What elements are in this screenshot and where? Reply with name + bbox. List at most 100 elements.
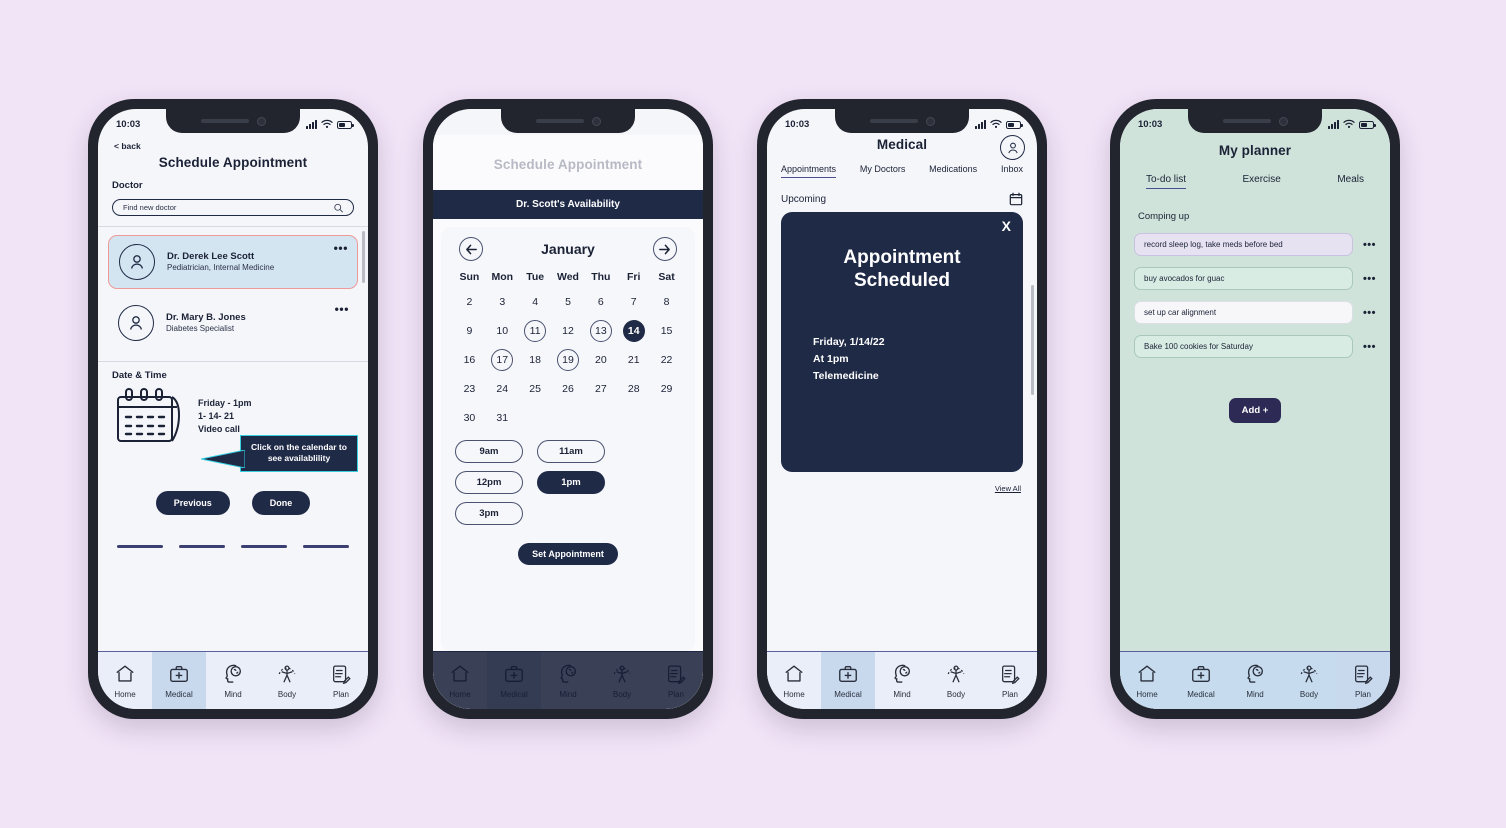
calendar-day-available[interactable]: 17	[486, 347, 519, 372]
calendar-day[interactable]: 29	[650, 376, 683, 401]
calendar-day[interactable]: 20	[584, 347, 617, 372]
calendar-illustration-icon[interactable]	[112, 387, 186, 449]
calendar-day-selected[interactable]: 14	[617, 318, 650, 343]
calendar-day[interactable]: 22	[650, 347, 683, 372]
time-slot[interactable]: 12pm	[455, 471, 523, 494]
nav-item-body[interactable]: Body	[1282, 652, 1336, 709]
nav-item-medical[interactable]: Medical	[152, 652, 206, 709]
battery-icon	[1006, 121, 1023, 129]
tab-exercise[interactable]: Exercise	[1242, 174, 1280, 189]
calendar-day[interactable]: 25	[519, 376, 552, 401]
calendar-day[interactable]: 26	[552, 376, 585, 401]
search-input[interactable]: Find new doctor	[112, 199, 354, 216]
doctor-card[interactable]: Dr. Mary B. Jones Diabetes Specialist ••…	[108, 297, 358, 349]
tab-appointments[interactable]: Appointments	[781, 164, 837, 178]
doctor-options-menu[interactable]: •••	[334, 242, 348, 254]
scrollbar-thumb[interactable]	[1030, 285, 1034, 395]
time-slot[interactable]: 9am	[455, 440, 523, 463]
done-button[interactable]: Done	[251, 491, 311, 515]
todo-options-menu[interactable]: •••	[1363, 239, 1376, 251]
todo-input[interactable]: Bake 100 cookies for Saturday	[1134, 335, 1353, 358]
nav-item-home[interactable]: Home	[433, 652, 487, 709]
calendar-day[interactable]: 6	[584, 289, 617, 314]
user-avatar-icon[interactable]	[1000, 135, 1025, 160]
nav-item-medical[interactable]: Medical	[487, 652, 541, 709]
time-slot[interactable]: 3pm	[455, 502, 523, 525]
nav-item-plan[interactable]: Plan	[1336, 652, 1390, 709]
nav-item-home[interactable]: Home	[767, 652, 821, 709]
next-month-button[interactable]	[652, 237, 677, 261]
time-slot[interactable]: 11am	[537, 440, 605, 463]
nav-item-mind[interactable]: Mind	[875, 652, 929, 709]
nav-item-plan[interactable]: Plan	[983, 652, 1037, 709]
doctor-card-selected[interactable]: Dr. Derek Lee Scott Pediatrician, Intern…	[108, 235, 358, 289]
wifi-icon	[321, 119, 333, 128]
nav-item-body[interactable]: Body	[929, 652, 983, 709]
tab-meals[interactable]: Meals	[1337, 174, 1364, 189]
tab-to-do-list[interactable]: To-do list	[1146, 174, 1187, 189]
calendar-day[interactable]: 16	[453, 347, 486, 372]
prev-month-button[interactable]	[459, 237, 483, 261]
nav-item-medical[interactable]: Medical	[821, 652, 875, 709]
calendar-day[interactable]: 4	[519, 289, 552, 314]
nav-item-plan[interactable]: Plan	[649, 652, 703, 709]
calendar-day[interactable]: 24	[486, 376, 519, 401]
todo-options-menu[interactable]: •••	[1363, 273, 1376, 285]
calendar-day-available[interactable]: 13	[584, 318, 617, 343]
calendar-day[interactable]: 2	[453, 289, 486, 314]
todo-input[interactable]: buy avocados for guac	[1134, 267, 1353, 290]
scrollbar-thumb[interactable]	[361, 231, 365, 283]
doctor-section-label: Doctor	[112, 180, 143, 191]
calendar-day-number: 21	[627, 353, 640, 366]
calendar-day[interactable]: 27	[584, 376, 617, 401]
nav-item-body[interactable]: Body	[595, 652, 649, 709]
set-appointment-button[interactable]: Set Appointment	[518, 543, 618, 565]
nav-item-body[interactable]: Body	[260, 652, 314, 709]
calendar-day[interactable]: 7	[617, 289, 650, 314]
todo-options-menu[interactable]: •••	[1363, 341, 1376, 353]
calendar-day[interactable]: 3	[486, 289, 519, 314]
tab-my-doctors[interactable]: My Doctors	[860, 164, 906, 178]
calendar-day[interactable]: 21	[617, 347, 650, 372]
calendar-day[interactable]: 5	[552, 289, 585, 314]
calendar-day-available[interactable]: 11	[519, 318, 552, 343]
add-button[interactable]: Add +	[1228, 398, 1282, 423]
status-time: 10:03	[116, 118, 141, 130]
calendar-day-available[interactable]: 19	[552, 347, 585, 372]
todo-options-menu[interactable]: •••	[1363, 307, 1376, 319]
calendar-day[interactable]: 30	[453, 405, 486, 430]
calendar-day[interactable]: 9	[453, 318, 486, 343]
section-label: Comping up	[1138, 211, 1190, 222]
calendar-day[interactable]: 18	[519, 347, 552, 372]
screenshot-stage: 10:03 < back Schedule Appointment Doctor…	[0, 0, 1506, 828]
nav-item-medical[interactable]: Medical	[1174, 652, 1228, 709]
appointment-line-2: 1- 14- 21	[198, 411, 235, 422]
nav-item-home[interactable]: Home	[98, 652, 152, 709]
calendar-day[interactable]: 8	[650, 289, 683, 314]
nav-item-label: Home	[114, 689, 136, 699]
tab-medications[interactable]: Medications	[929, 164, 977, 178]
time-slot-selected[interactable]: 1pm	[537, 471, 605, 494]
todo-input[interactable]: set up car alignment	[1134, 301, 1353, 324]
nav-item-mind[interactable]: Mind	[1228, 652, 1282, 709]
todo-input[interactable]: record sleep log, take meds before bed	[1134, 233, 1353, 256]
nav-item-plan[interactable]: Plan	[314, 652, 368, 709]
nav-item-mind[interactable]: Mind	[541, 652, 595, 709]
calendar-day[interactable]: 12	[552, 318, 585, 343]
previous-button[interactable]: Previous	[155, 491, 230, 515]
view-all-link[interactable]: View All	[767, 472, 1037, 493]
tab-inbox[interactable]: Inbox	[1001, 164, 1023, 178]
calendar-icon[interactable]	[1009, 192, 1023, 206]
todo-row: record sleep log, take meds before bed ••…	[1120, 233, 1390, 256]
close-icon[interactable]: X	[1002, 218, 1011, 234]
calendar-day[interactable]: 23	[453, 376, 486, 401]
calendar-day[interactable]: 10	[486, 318, 519, 343]
back-button[interactable]: < back	[114, 141, 352, 151]
calendar-day[interactable]: 15	[650, 318, 683, 343]
medical-tabs: Appointments My Doctors Medications Inbox	[767, 164, 1037, 178]
nav-item-mind[interactable]: Mind	[206, 652, 260, 709]
nav-item-home[interactable]: Home	[1120, 652, 1174, 709]
doctor-options-menu[interactable]: •••	[335, 303, 349, 315]
calendar-day[interactable]: 31	[486, 405, 519, 430]
calendar-day[interactable]: 28	[617, 376, 650, 401]
